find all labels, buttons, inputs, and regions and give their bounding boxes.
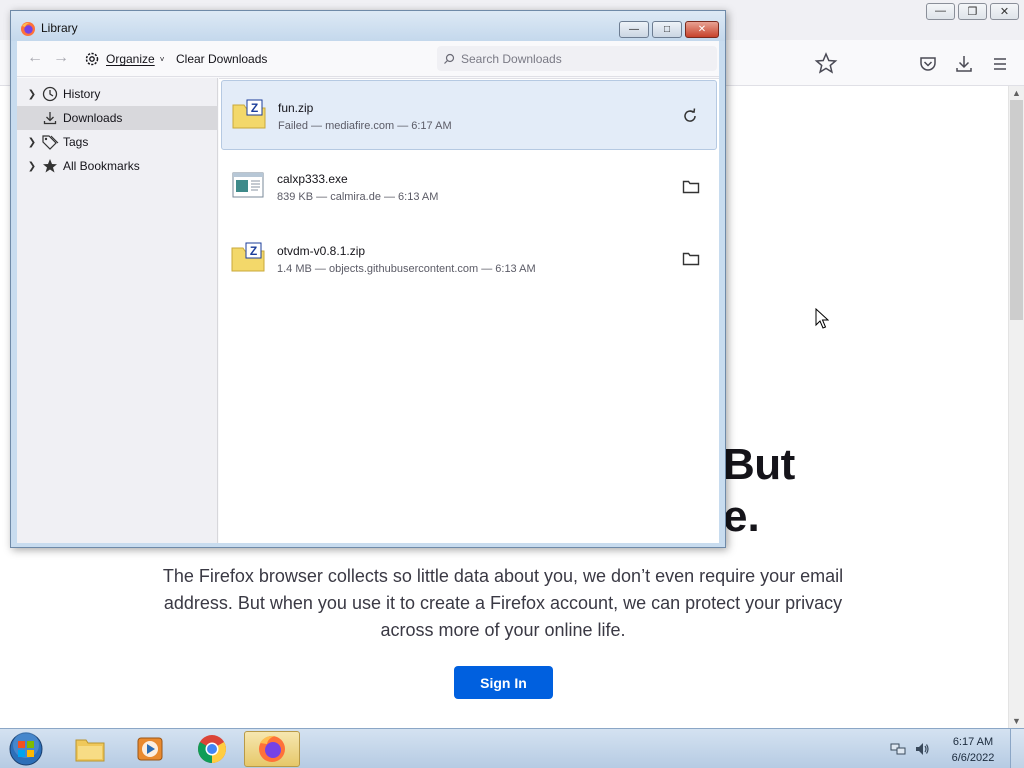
folder-explorer-icon <box>75 739 105 762</box>
download-item-calxp333-exe[interactable]: calxp333.exe 839 KB — calmira.de — 6:13 … <box>221 152 717 222</box>
svg-text:Z: Z <box>251 101 258 115</box>
sidebar-item-all-bookmarks[interactable]: ❯ All Bookmarks <box>17 154 218 178</box>
expand-arrow-icon[interactable]: ❯ <box>23 161 41 172</box>
sidebar-item-history[interactable]: ❯ History <box>17 82 218 106</box>
sidebar-item-label: History <box>63 87 101 101</box>
chrome-icon <box>198 735 226 763</box>
taskbar-windows-explorer[interactable] <box>62 731 118 767</box>
taskbar-media-player[interactable] <box>122 731 178 767</box>
library-window: Library — □ ✕ ← → Organize ˅ Clear Downl… <box>10 10 726 548</box>
zip-archive-icon: Z <box>231 242 265 272</box>
search-icon <box>444 53 455 64</box>
menu-icon[interactable] <box>986 50 1014 78</box>
download-status: 1.4 MB — objects.githubusercontent.com —… <box>277 263 536 275</box>
mouse-cursor-icon <box>815 308 829 329</box>
sidebar-item-label: Downloads <box>63 111 123 125</box>
clock-date: 6/6/2022 <box>951 752 995 764</box>
start-orb-icon[interactable] <box>6 731 46 767</box>
library-sidebar: ❯ History Downloads ❯ Tags ❯ All Bookmar… <box>17 78 218 543</box>
clock-time: 6:17 AM <box>952 736 994 748</box>
scrollbar-thumb[interactable] <box>1010 100 1023 320</box>
scroll-up-arrow-icon[interactable]: ▲ <box>1012 88 1021 98</box>
gear-icon <box>85 52 99 66</box>
download-icon <box>41 109 59 127</box>
download-filename: fun.zip <box>278 101 314 115</box>
expand-arrow-icon[interactable]: ❯ <box>23 137 41 148</box>
tags-icon <box>41 133 59 151</box>
organize-label: Organize <box>106 52 155 66</box>
body-paragraph: The Firefox browser collects so little d… <box>162 566 844 640</box>
sidebar-item-label: Tags <box>63 135 89 149</box>
organize-button[interactable]: Organize ˅ <box>83 49 164 69</box>
firefox-logo-icon <box>21 22 35 36</box>
search-downloads-box[interactable] <box>437 46 717 71</box>
download-item-otvdm-zip[interactable]: Z otvdm-v0.8.1.zip 1.4 MB — objects.gith… <box>221 224 717 294</box>
zip-archive-icon: Z <box>232 99 266 129</box>
sidebar-item-label: All Bookmarks <box>63 159 140 173</box>
downloads-icon[interactable] <box>950 50 978 78</box>
bookmark-star-icon[interactable] <box>812 50 840 78</box>
folder-icon[interactable] <box>681 177 701 197</box>
desktop-screen: — ❐ ✕ But e. The Firefox browser collect… <box>0 0 1024 768</box>
star-icon <box>41 157 59 175</box>
taskbar-firefox[interactable] <box>244 731 300 767</box>
page-scrollbar[interactable]: ▲ ▼ <box>1008 86 1024 728</box>
taskbar-google-chrome[interactable] <box>184 731 240 767</box>
download-item-fun-zip[interactable]: Z fun.zip Failed — mediafire.com — 6:17 … <box>221 80 717 150</box>
network-icon[interactable] <box>890 741 906 757</box>
hero-heading-line2: e. <box>723 492 760 541</box>
sidebar-item-downloads[interactable]: Downloads <box>17 106 218 130</box>
firefox-close-button[interactable]: ✕ <box>990 3 1019 20</box>
download-status: Failed — mediafire.com — 6:17 AM <box>278 120 452 132</box>
library-minimize-button[interactable]: — <box>619 21 649 38</box>
chevron-down-icon: ˅ <box>159 54 165 64</box>
hero-heading-line1: But <box>723 440 795 489</box>
system-clock[interactable]: 6:17 AM 6/6/2022 <box>940 734 1006 766</box>
download-status: 839 KB — calmira.de — 6:13 AM <box>277 191 439 203</box>
sign-in-button[interactable]: Sign In <box>454 666 553 699</box>
sidebar-item-tags[interactable]: ❯ Tags <box>17 130 218 154</box>
downloads-list: Z fun.zip Failed — mediafire.com — 6:17 … <box>219 78 719 543</box>
pocket-icon[interactable] <box>914 50 942 78</box>
svg-text:Z: Z <box>250 244 257 258</box>
folder-icon[interactable] <box>681 249 701 269</box>
download-filename: calxp333.exe <box>277 172 348 186</box>
firefox-minimize-button[interactable]: — <box>926 3 955 20</box>
clock-icon <box>41 85 59 103</box>
show-desktop-button[interactable] <box>1010 729 1024 768</box>
expand-arrow-icon[interactable]: ❯ <box>23 89 41 100</box>
library-toolbar: ← → Organize ˅ Clear Downloads <box>17 41 719 77</box>
retry-icon[interactable] <box>680 106 700 126</box>
download-filename: otvdm-v0.8.1.zip <box>277 244 366 258</box>
scroll-down-arrow-icon[interactable]: ▼ <box>1012 716 1021 726</box>
clear-downloads-button[interactable]: Clear Downloads <box>176 52 267 66</box>
library-body: ← → Organize ˅ Clear Downloads Search Do… <box>17 41 719 543</box>
library-title: Library <box>41 21 78 35</box>
search-downloads-input[interactable] <box>461 51 701 66</box>
back-arrow-icon[interactable]: ← <box>27 49 43 67</box>
firefox-restore-button[interactable]: ❐ <box>958 3 987 20</box>
forward-arrow-icon[interactable]: → <box>53 49 69 67</box>
library-close-button[interactable]: ✕ <box>685 21 719 38</box>
library-maximize-button[interactable]: □ <box>652 21 682 38</box>
library-titlebar[interactable]: Library — □ ✕ <box>11 11 725 41</box>
taskbar: 6:17 AM 6/6/2022 <box>0 728 1024 768</box>
media-player-icon <box>137 737 163 761</box>
volume-icon[interactable] <box>914 741 930 757</box>
executable-icon <box>232 172 264 198</box>
firefox-icon <box>259 735 285 762</box>
